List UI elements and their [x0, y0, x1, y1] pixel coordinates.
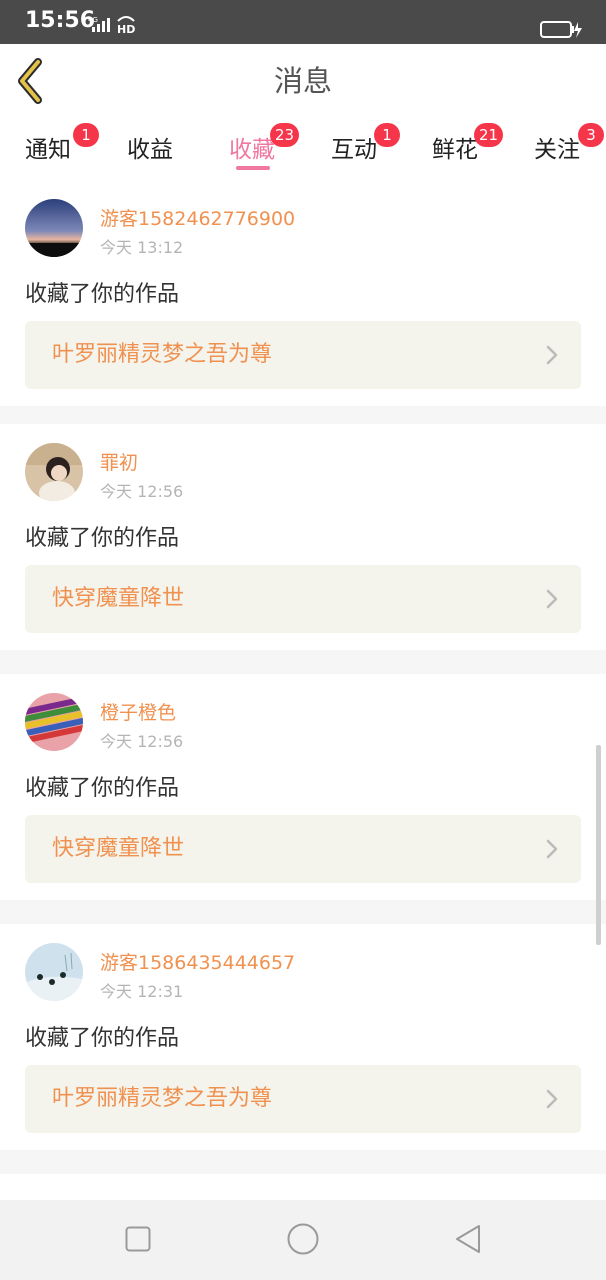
timestamp: 今天 12:31 — [100, 982, 184, 1001]
work-title: 快穿魔童降世 — [52, 836, 185, 861]
work-link[interactable]: 叶罗丽精灵梦之吾为尊 — [25, 321, 581, 389]
chevron-right-icon — [546, 589, 558, 609]
unread-badge: 23 — [270, 123, 300, 147]
tab-label: 通知 — [25, 137, 71, 163]
scrollbar[interactable] — [596, 745, 601, 945]
user-name[interactable]: 罪初 — [100, 448, 138, 475]
avatar[interactable] — [25, 693, 83, 751]
work-link[interactable]: 快穿魔童降世 — [25, 815, 581, 883]
user-name[interactable]: 游客1582462776900 — [100, 204, 295, 231]
message-card: 游客1586435444657 今天 12:31 收藏了你的作品 叶罗丽精灵梦之… — [0, 924, 606, 1150]
active-tab-indicator — [236, 166, 270, 170]
action-text: 收藏了你的作品 — [25, 282, 180, 307]
work-title: 快穿魔童降世 — [52, 586, 185, 611]
tab-bar: 通知 1 收益 收藏 23 互动 1 鲜花 21 关注 3 — [0, 118, 606, 180]
avatar[interactable] — [25, 199, 83, 257]
action-text: 收藏了你的作品 — [25, 1026, 180, 1051]
chevron-left-icon — [18, 58, 42, 104]
signal-icon: 4G — [88, 16, 112, 36]
chevron-right-icon — [546, 345, 558, 365]
app-header: 消息 — [0, 44, 606, 119]
chevron-right-icon — [546, 839, 558, 859]
unread-badge: 1 — [73, 123, 99, 147]
recent-apps-icon[interactable] — [125, 1226, 151, 1256]
action-text: 收藏了你的作品 — [25, 776, 180, 801]
status-bar: 15:56 4G HD — [0, 0, 606, 44]
status-time: 15:56 — [25, 8, 96, 33]
work-title: 叶罗丽精灵梦之吾为尊 — [52, 1086, 273, 1111]
unread-badge: 21 — [474, 123, 504, 147]
message-card: 罪初 今天 12:56 收藏了你的作品 快穿魔童降世 — [0, 424, 606, 650]
message-card-partial — [0, 1174, 606, 1200]
timestamp: 今天 12:56 — [100, 482, 184, 501]
tab-label: 鲜花 — [432, 137, 478, 163]
timestamp: 今天 13:12 — [100, 238, 184, 257]
svg-text:4G: 4G — [88, 16, 98, 24]
tab-label: 关注 — [534, 137, 580, 163]
back-triangle-icon[interactable] — [454, 1224, 482, 1258]
tab-label: 收藏 — [229, 137, 275, 163]
chevron-right-icon — [546, 1089, 558, 1109]
action-text: 收藏了你的作品 — [25, 526, 180, 551]
avatar[interactable] — [25, 443, 83, 501]
system-nav-bar — [0, 1200, 606, 1280]
svg-text:HD: HD — [117, 23, 135, 34]
work-title: 叶罗丽精灵梦之吾为尊 — [52, 342, 273, 367]
unread-badge: 3 — [578, 123, 604, 147]
tab-label: 互动 — [331, 137, 377, 163]
work-link[interactable]: 叶罗丽精灵梦之吾为尊 — [25, 1065, 581, 1133]
tab-label: 收益 — [127, 137, 173, 163]
hd-icon: HD — [116, 14, 136, 38]
page-title: 消息 — [273, 64, 332, 98]
message-card: 游客1582462776900 今天 13:12 收藏了你的作品 叶罗丽精灵梦之… — [0, 180, 606, 406]
back-button[interactable] — [14, 56, 54, 106]
timestamp: 今天 12:56 — [100, 732, 184, 751]
work-link[interactable]: 快穿魔童降世 — [25, 565, 581, 633]
message-card: 橙子橙色 今天 12:56 收藏了你的作品 快穿魔童降世 — [0, 674, 606, 900]
home-icon[interactable] — [287, 1223, 319, 1259]
avatar[interactable] — [25, 943, 83, 1001]
battery-charging-icon — [540, 20, 584, 44]
unread-badge: 1 — [374, 123, 400, 147]
user-name[interactable]: 游客1586435444657 — [100, 948, 295, 975]
user-name[interactable]: 橙子橙色 — [100, 698, 176, 725]
